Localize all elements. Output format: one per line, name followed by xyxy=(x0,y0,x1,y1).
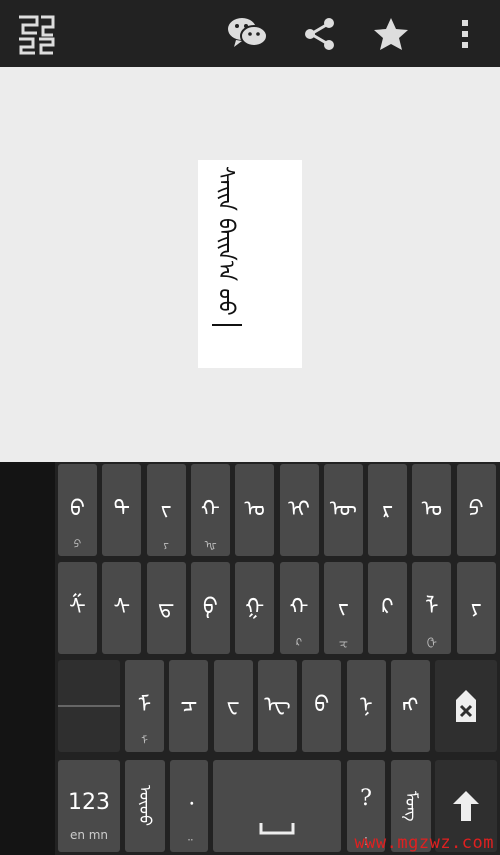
row1-key-5[interactable]: ᠣ xyxy=(235,464,275,556)
text-cursor xyxy=(212,324,242,326)
row1-key-8[interactable]: ᠷ xyxy=(368,464,408,556)
row1-key-1[interactable]: ᠪᠫ xyxy=(58,464,97,556)
language-label: en mn xyxy=(69,828,109,842)
row2-key-6[interactable]: ᠬᠺ xyxy=(279,562,319,654)
row3-key-5[interactable]: ᠪ xyxy=(302,660,342,752)
more-vert-icon[interactable] xyxy=(450,10,480,58)
comma-glyph: ᠂ xyxy=(184,793,194,818)
row2-key-7[interactable]: ᠵᠽ xyxy=(323,562,363,654)
row2-key-4[interactable]: ᠹ xyxy=(190,562,230,654)
vertical-text-box[interactable]: ᠰᠠᠢᠨ ᠪᠠᠢᠨ᠎ᠠ ᠤᠤ ? xyxy=(198,160,302,368)
row1-key-3[interactable]: ᠵᠶ xyxy=(146,464,186,556)
share-icon[interactable] xyxy=(298,10,342,58)
key-glyph: ᠯ xyxy=(425,595,439,620)
enter-arrow-icon xyxy=(453,791,479,821)
row1-key-2[interactable]: ᠲ xyxy=(102,464,142,556)
key-sub-glyph: ᠺ xyxy=(295,636,303,649)
row3-key-4[interactable]: ᠧ xyxy=(257,660,297,752)
wechat-icon[interactable] xyxy=(224,10,272,58)
key-glyph: ᠱ xyxy=(69,595,86,620)
key-glyph: ᠰ xyxy=(113,595,131,620)
space-key[interactable] xyxy=(213,760,341,852)
key-glyph: ᠪ xyxy=(70,497,85,522)
editor-area: ᠰᠠᠢᠨ ᠪᠠᠢᠨ᠎ᠠ ᠤᠤ ? xyxy=(0,67,500,462)
mongolian-logo-icon[interactable] xyxy=(14,10,58,58)
mongolian-text: ᠰᠠᠢᠨ ᠪᠠᠢᠨ᠎ᠠ ᠤᠤ ? xyxy=(213,166,238,326)
key-sub-glyph: ᠿ xyxy=(426,636,437,649)
row2-key-5[interactable]: ᠭ xyxy=(235,562,275,654)
keyboard-side-panel xyxy=(0,462,55,855)
key-glyph: ᠵ xyxy=(160,497,172,522)
backspace-key[interactable] xyxy=(435,660,497,752)
numbers-label: 123 xyxy=(68,789,110,815)
key-glyph: ᠥ xyxy=(329,497,357,522)
row2-key-3[interactable]: ᠳ xyxy=(146,562,186,654)
comma-key[interactable]: ᠂ ᠃ xyxy=(170,760,208,852)
empty-key xyxy=(58,660,120,752)
row3-key-2[interactable]: ᠴ xyxy=(169,660,209,752)
key-sub-glyph: ᠫ xyxy=(73,538,82,551)
punctuation-glyph: ᠦᠦᠦ xyxy=(136,785,155,827)
comma-sub-glyph: ᠃ xyxy=(185,834,193,847)
mongolian-keyboard: ᠪᠫᠲᠵᠶᠬᠾᠣᠢᠥᠷᠤᠫ ᠱᠰᠳᠹᠭᠬᠺᠵᠽᠺᠯᠿᠶ ᠮᠮᠴᠸᠧᠪᠨᠩ 123… xyxy=(0,462,500,855)
mongol-glyph: ᠮᠣᠩ xyxy=(402,790,421,822)
key-glyph: ᠺ xyxy=(381,595,394,620)
row1-key-7[interactable]: ᠥ xyxy=(323,464,363,556)
backspace-icon xyxy=(456,690,476,722)
row2-key-2[interactable]: ᠰ xyxy=(102,562,142,654)
key-glyph: ᠧ xyxy=(264,693,291,718)
key-glyph: ᠩ xyxy=(402,693,419,718)
key-glyph: ᠸ xyxy=(226,693,240,718)
key-glyph: ᠤ xyxy=(421,497,443,522)
punctuation-key[interactable]: ᠦᠦᠦ xyxy=(125,760,165,852)
key-glyph: ᠲ xyxy=(113,497,130,522)
row2-key-10[interactable]: ᠶ xyxy=(456,562,496,654)
key-glyph: ᠫ xyxy=(468,497,484,522)
row3-key-3[interactable]: ᠸ xyxy=(213,660,253,752)
key-glyph: ᠭ xyxy=(245,595,265,620)
row1-key-6[interactable]: ᠢ xyxy=(279,464,319,556)
key-sub-glyph: ᠮ xyxy=(141,734,148,747)
row3-key-1[interactable]: ᠮᠮ xyxy=(125,660,164,752)
key-glyph: ᠷ xyxy=(382,497,394,522)
key-glyph: ᠢ xyxy=(288,497,310,522)
row1-key-4[interactable]: ᠬᠾ xyxy=(190,464,230,556)
watermark: www.mgzwz.com xyxy=(354,833,494,853)
key-glyph: ᠪ xyxy=(314,693,330,718)
key-glyph: ᠬ xyxy=(289,595,309,620)
star-icon[interactable] xyxy=(368,10,414,58)
row2-key-9[interactable]: ᠯᠿ xyxy=(412,562,452,654)
row3-key-6[interactable]: ᠨ xyxy=(346,660,386,752)
row2-key-1[interactable]: ᠱ xyxy=(58,562,97,654)
row3-key-7[interactable]: ᠩ xyxy=(390,660,430,752)
key-glyph: ᠬ xyxy=(200,497,220,522)
row1-key-9[interactable]: ᠤ xyxy=(412,464,452,556)
key-sub-glyph: ᠽ xyxy=(338,636,348,649)
space-bar-icon xyxy=(259,823,295,835)
numbers-key[interactable]: 123 en mn xyxy=(58,760,120,852)
key-glyph: ᠣ xyxy=(244,497,265,522)
key-sub-glyph: ᠾ xyxy=(204,538,217,551)
key-glyph: ᠴ xyxy=(180,693,198,718)
key-glyph: ᠹ xyxy=(202,595,218,620)
key-glyph: ᠮ xyxy=(137,693,152,718)
key-sub-glyph: ᠶ xyxy=(163,538,169,551)
row2-key-8[interactable]: ᠺ xyxy=(368,562,408,654)
key-glyph: ᠵ xyxy=(337,595,349,620)
key-glyph: ᠨ xyxy=(359,693,373,718)
top-toolbar xyxy=(0,0,500,67)
key-glyph: ᠳ xyxy=(157,595,175,620)
key-glyph: ᠶ xyxy=(470,595,482,620)
row1-key-10[interactable]: ᠫ xyxy=(456,464,496,556)
question-glyph: ? xyxy=(360,786,372,811)
